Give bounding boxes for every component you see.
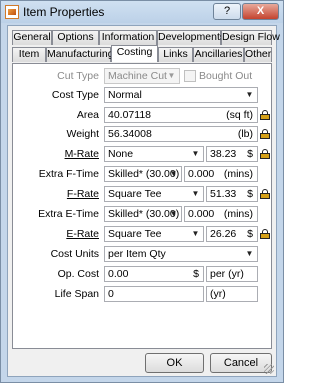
m-rate-value: 38.23 [210,148,237,160]
cut-type-label: Cut Type [57,70,99,82]
weight-value: 56.34008 [108,128,152,140]
m-rate-field[interactable]: 38.23 $ [206,146,258,162]
m-rate-select-value: None [108,148,134,160]
help-button[interactable]: ? [213,3,241,20]
close-button[interactable]: X [242,3,279,20]
area-field[interactable]: 40.07118 (sq ft) [104,107,258,123]
op-cost-value: 0.00 [108,268,129,280]
cost-type-label: Cost Type [51,89,99,101]
cost-units-value: per Item Qty [108,248,166,260]
life-span-unit: (yr) [206,286,258,302]
cut-type-select: Machine Cut ▼ [104,68,180,84]
e-rate-field[interactable]: 26.26 $ [206,226,258,242]
e-rate-value: 26.26 [210,228,237,240]
resize-grip[interactable] [264,364,274,374]
life-span-label: Life Span [54,288,99,300]
op-cost-field[interactable]: 0.00 $ [104,266,204,282]
life-span-value: 0 [108,288,114,300]
m-rate-select[interactable]: None ▼ [104,146,204,162]
tab-other[interactable]: Other [244,47,272,62]
m-rate-unit: $ [247,148,253,160]
lock-icon[interactable] [260,149,270,159]
e-rate-select[interactable]: Square Tee ▼ [104,226,204,242]
title-bar[interactable]: Item Properties ? X [1,1,283,23]
weight-label: Weight [66,128,100,140]
weight-field[interactable]: 56.34008 (lb) [104,126,258,142]
item-properties-window: Item Properties ? X General Options Info… [0,0,284,383]
extra-e-time-label: Extra E-Time [38,208,99,220]
m-rate-link[interactable]: M-Rate [13,148,99,160]
app-icon [5,5,19,19]
chevron-down-icon: ▼ [191,189,200,198]
area-unit: (sq ft) [226,109,253,121]
f-rate-value: 51.33 [210,188,237,200]
cost-type-value: Normal [108,89,142,101]
extra-f-time-label: Extra F-Time [38,168,99,180]
op-cost-label: Op. Cost [57,268,99,280]
chevron-down-icon: ▼ [191,149,200,158]
tab-developments[interactable]: Developments [157,30,225,45]
chevron-down-icon: ▼ [245,90,254,99]
f-rate-select[interactable]: Square Tee ▼ [104,186,204,202]
ok-button[interactable]: OK [145,353,204,373]
tab-information[interactable]: Information [99,30,157,45]
tab-options[interactable]: Options [52,30,99,45]
cost-type-select[interactable]: Normal ▼ [104,87,258,103]
lock-icon[interactable] [260,189,270,199]
tab-general[interactable]: General [12,30,52,45]
area-value: 40.07118 [108,109,152,121]
f-rate-field[interactable]: 51.33 $ [206,186,258,202]
e-rate-link[interactable]: E-Rate [13,228,99,240]
f-rate-unit: $ [247,188,253,200]
chevron-down-icon: ▼ [167,71,176,80]
f-rate-link[interactable]: F-Rate [13,188,99,200]
extra-e-time-field[interactable]: 0.000 (mins) [184,206,258,222]
tab-links[interactable]: Links [158,47,193,62]
cost-units-label: Cost Units [50,248,99,260]
dialog-client: General Options Information Developments… [7,25,280,377]
extra-f-time-field[interactable]: 0.000 (mins) [184,166,258,182]
area-label: Area [76,109,99,121]
extra-f-time-select[interactable]: Skilled* (30.00) ▼ [104,166,182,182]
life-span-field[interactable]: 0 [104,286,204,302]
e-rate-unit: $ [247,228,253,240]
lock-icon[interactable] [260,110,270,120]
op-cost-unit: $ [193,268,199,280]
chevron-down-icon: ▼ [169,169,178,178]
costing-panel: Cut Type Machine Cut ▼ Bought Out Cost T… [12,63,272,349]
tab-costing[interactable]: Costing [111,45,158,62]
tab-ancillaries[interactable]: Ancillaries [193,47,244,62]
window-title: Item Properties [23,5,105,19]
f-rate-select-value: Square Tee [108,188,162,200]
tab-manufacturing[interactable]: Manufacturing [46,47,114,62]
extra-e-time-value: 0.000 [188,208,215,220]
e-rate-select-value: Square Tee [108,228,162,240]
lock-icon[interactable] [260,229,270,239]
op-cost-period: per (yr) [206,266,258,282]
extra-e-time-select[interactable]: Skilled* (30.00) ▼ [104,206,182,222]
lock-icon[interactable] [260,129,270,139]
bought-out-label: Bought Out [199,70,253,82]
extra-f-time-value: 0.000 [188,168,215,180]
extra-f-time-unit: (mins) [223,168,253,180]
extra-e-time-unit: (mins) [223,208,253,220]
cancel-button[interactable]: Cancel [210,353,272,373]
cost-units-select[interactable]: per Item Qty ▼ [104,246,258,262]
cut-type-value: Machine Cut [108,70,167,82]
chevron-down-icon: ▼ [245,249,254,258]
chevron-down-icon: ▼ [191,229,200,238]
weight-unit: (lb) [237,128,253,140]
tab-design-flow[interactable]: Design Flow [221,30,280,45]
tab-item[interactable]: Item [12,47,46,62]
chevron-down-icon: ▼ [169,209,178,218]
bought-out-checkbox [184,70,196,82]
